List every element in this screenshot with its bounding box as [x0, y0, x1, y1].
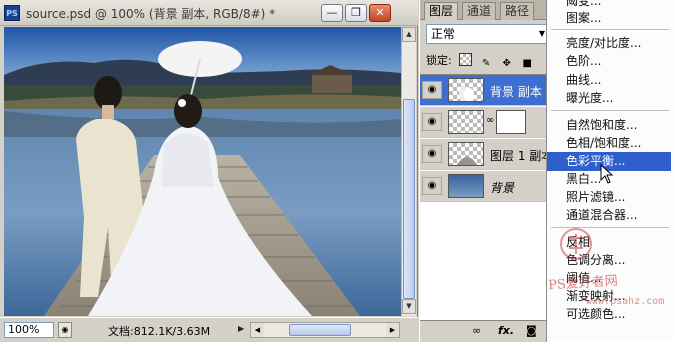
menu-separator: [551, 29, 669, 30]
layer-thumbnail: [448, 110, 484, 134]
eye-icon[interactable]: ◉: [422, 113, 442, 131]
horizontal-scroll-thumb[interactable]: [289, 324, 351, 336]
document-info: 文档:812.1K/3.63M: [108, 325, 211, 338]
document-window: PS source.psd @ 100% (背景 副本, RGB/8#) * —…: [0, 0, 418, 342]
tab-layers[interactable]: 图层: [424, 2, 459, 20]
fx-icon[interactable]: fx.: [498, 324, 514, 337]
scroll-up-arrow-icon[interactable]: ▲: [402, 27, 416, 42]
layer-row-adjustment[interactable]: ◉ ∞: [420, 107, 552, 138]
eye-icon[interactable]: ◉: [422, 81, 442, 99]
layer-thumbnail: [448, 174, 484, 198]
lock-paint-brush-icon[interactable]: ✎: [480, 58, 493, 71]
zoom-field[interactable]: 100%: [4, 322, 54, 338]
lock-move-icon[interactable]: ✥: [500, 58, 513, 71]
document-title: source.psd @ 100% (背景 副本, RGB/8#) *: [26, 7, 276, 21]
photoshop-app-icon: PS: [4, 5, 20, 21]
lock-label: 锁定:: [426, 54, 452, 67]
menu-item-brightness-contrast[interactable]: 亮度/对比度...: [547, 34, 671, 53]
blend-mode-value: 正常: [431, 27, 456, 41]
tab-paths[interactable]: 路径: [500, 2, 535, 20]
mouse-cursor-icon: [600, 164, 614, 184]
layer-mask-thumbnail[interactable]: [496, 110, 526, 134]
link-icon[interactable]: ∞: [472, 324, 481, 337]
layer-name[interactable]: 图层 1 副本: [490, 147, 553, 164]
layer-row-layer1-copy[interactable]: ◉ 图层 1 副本: [420, 139, 553, 170]
lock-transparency-icon[interactable]: [459, 53, 473, 66]
lock-all-icon[interactable]: ■: [521, 58, 534, 71]
menu-separator: [551, 110, 669, 111]
menu-item-photo-filter[interactable]: 照片滤镜...: [547, 188, 671, 207]
layer-thumbnail: [448, 142, 484, 166]
link-chain-icon: ∞: [486, 115, 495, 126]
scroll-right-arrow-icon[interactable]: ▶: [386, 323, 399, 337]
layers-list: ◉ 背景 副本 ◉ ∞ ◉ 图层 1 副本 ◉ 背景: [420, 74, 553, 320]
minimize-button[interactable]: —: [321, 4, 343, 22]
status-bar: 100% ◉ 文档:812.1K/3.63M ▶ ◀ ▶: [0, 317, 418, 342]
menu-item-exposure[interactable]: 曝光度...: [547, 89, 671, 108]
status-options-icon[interactable]: ◉: [58, 322, 72, 338]
menu-item-curves[interactable]: 曲线...: [547, 71, 671, 90]
horizontal-scrollbar[interactable]: ◀ ▶: [250, 322, 400, 338]
mask-icon[interactable]: ◙: [526, 324, 537, 337]
layer-name[interactable]: 背景: [490, 179, 514, 196]
vertical-scrollbar[interactable]: ▲ ▼: [401, 27, 416, 316]
scroll-down-arrow-icon[interactable]: ▼: [402, 299, 416, 314]
status-menu-arrow-icon[interactable]: ▶: [238, 324, 244, 333]
layer-row-background[interactable]: ◉ 背景: [420, 171, 552, 202]
layers-panel: 图层 通道 路径 正常 ▼ 锁定: ✎ ✥ ■ ◉ 背景 副本 ◉ ∞ ◉ 图层…: [419, 0, 553, 342]
blend-mode-select[interactable]: 正常 ▼: [426, 24, 550, 44]
wedding-photo: [4, 27, 401, 316]
menu-item-pattern[interactable]: 图案...: [547, 9, 671, 28]
document-titlebar[interactable]: PS source.psd @ 100% (背景 副本, RGB/8#) * —…: [0, 0, 418, 26]
restore-button[interactable]: ❐: [345, 4, 367, 22]
menu-item-selective-color[interactable]: 可选颜色...: [547, 305, 671, 324]
watermark-url: www.psahz.com: [586, 296, 665, 307]
vertical-scroll-thumb[interactable]: [403, 99, 415, 299]
layer-name[interactable]: 背景 副本: [490, 83, 542, 100]
scroll-left-arrow-icon[interactable]: ◀: [251, 323, 264, 337]
panel-bottom-toolbar: ∞ fx. ◙: [420, 320, 552, 342]
menu-item-channel-mixer[interactable]: 通道混合器...: [547, 206, 671, 225]
image-canvas[interactable]: [4, 27, 401, 316]
watermark-seal: [560, 228, 592, 260]
eye-icon[interactable]: ◉: [422, 145, 442, 163]
menu-item-vibrance[interactable]: 自然饱和度...: [547, 116, 671, 135]
menu-item-levels[interactable]: 色阶...: [547, 52, 671, 71]
lock-row: 锁定: ✎ ✥ ■: [426, 52, 534, 71]
layer-thumbnail: [448, 78, 484, 102]
dropdown-arrow-icon: ▼: [538, 29, 545, 38]
layer-row-background-copy[interactable]: ◉ 背景 副本: [420, 75, 552, 106]
panel-tabs: 图层 通道 路径: [420, 0, 552, 20]
tab-channels[interactable]: 通道: [462, 2, 497, 20]
eye-icon[interactable]: ◉: [422, 177, 442, 195]
close-button[interactable]: ✕: [369, 4, 391, 22]
menu-item-hue-saturation[interactable]: 色相/饱和度...: [547, 134, 671, 153]
